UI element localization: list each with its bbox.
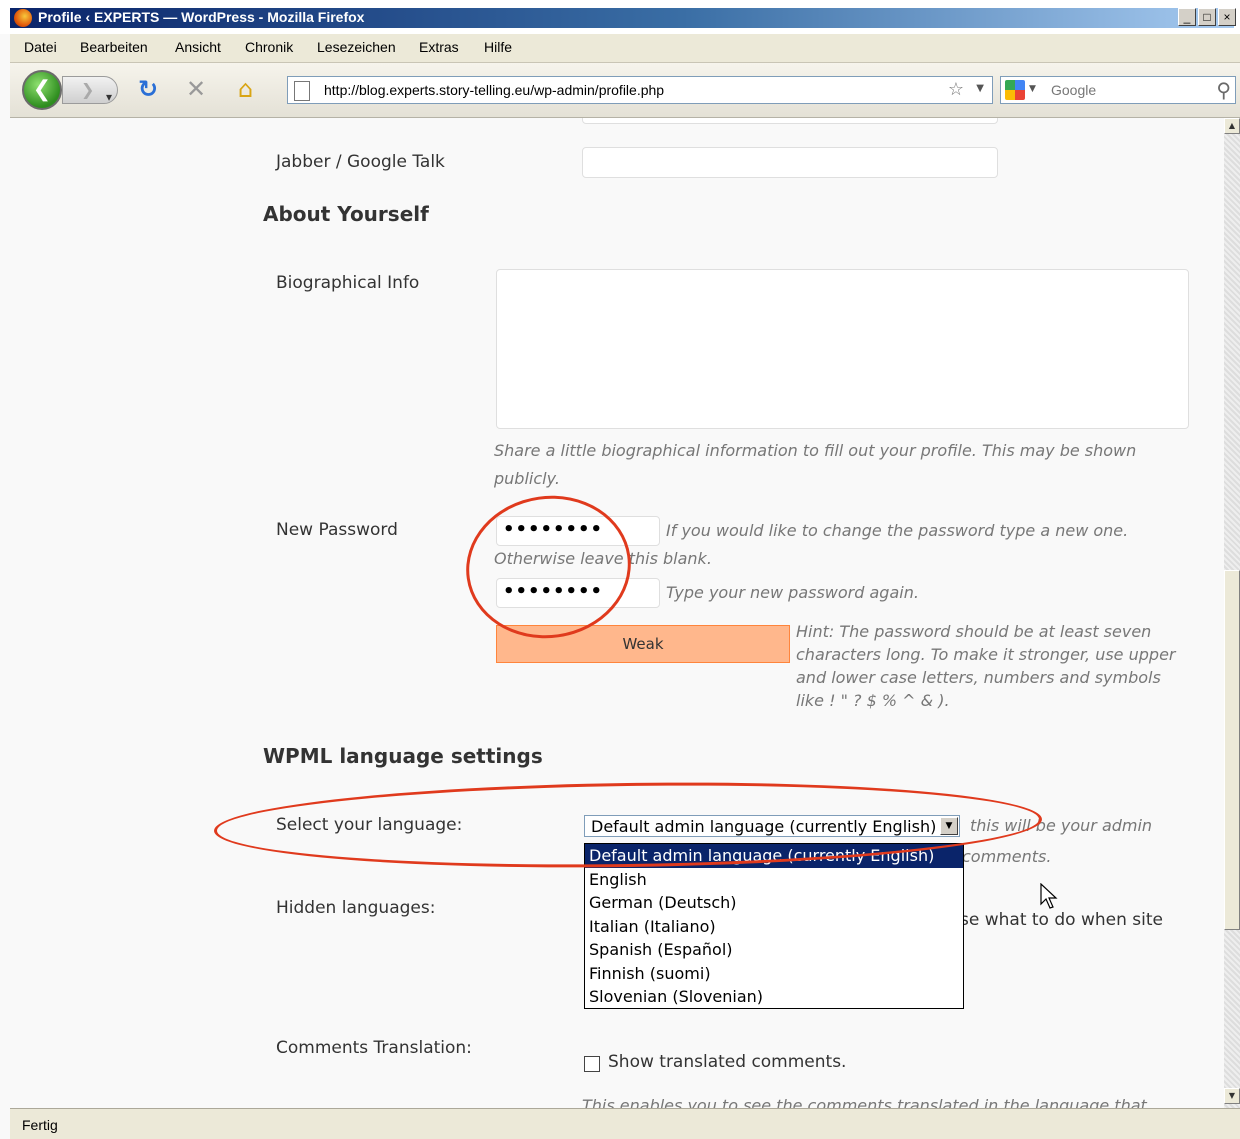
bio-label: Biographical Info xyxy=(276,273,420,293)
password-confirm-hint: Type your new password again. xyxy=(666,583,919,602)
back-button[interactable]: ❮ xyxy=(22,70,62,110)
jabber-label: Jabber / Google Talk xyxy=(276,152,445,172)
url-text: http://blog.experts.story-telling.eu/wp-… xyxy=(324,82,665,98)
language-option[interactable]: Italian (Italiano) xyxy=(585,915,963,939)
bio-description: Share a little biographical information … xyxy=(494,441,1137,488)
strength-hint-text: Hint: The password should be at least se… xyxy=(796,622,1176,710)
firefox-icon xyxy=(14,9,32,27)
menu-bearbeiten[interactable]: Bearbeiten xyxy=(80,39,148,55)
menu-chronik[interactable]: Chronik xyxy=(245,39,293,55)
comments-translation-description: This enables you to see the comments tra… xyxy=(582,1096,1147,1108)
history-dropdown-icon[interactable]: ▾ xyxy=(106,83,112,111)
language-option[interactable]: English xyxy=(585,868,963,892)
hidden-languages-text: se what to do when site xyxy=(960,910,1163,930)
home-icon[interactable]: ⌂ xyxy=(238,75,253,103)
bio-textarea[interactable] xyxy=(496,269,1189,429)
language-option[interactable]: Slovenian (Slovenian) xyxy=(585,985,963,1009)
status-bar: Fertig xyxy=(10,1108,1240,1139)
address-bar[interactable]: http://blog.experts.story-telling.eu/wp-… xyxy=(287,76,993,104)
language-dropdown-list[interactable]: Default admin language (currently Englis… xyxy=(584,843,964,1009)
show-translated-comments-label[interactable]: Show translated comments. xyxy=(608,1052,846,1072)
menu-datei[interactable]: Datei xyxy=(24,39,57,55)
menu-extras[interactable]: Extras xyxy=(419,39,459,55)
about-heading: About Yourself xyxy=(263,202,429,226)
stop-icon[interactable]: ✕ xyxy=(186,75,206,103)
wpml-heading: WPML language settings xyxy=(263,744,543,768)
maximize-button[interactable]: □ xyxy=(1198,8,1216,26)
mouse-cursor-icon xyxy=(1040,883,1058,909)
window-title: Profile ‹ EXPERTS — WordPress - Mozilla … xyxy=(38,9,365,25)
menu-bar: Datei Bearbeiten Ansicht Chronik Lesezei… xyxy=(10,34,1240,63)
select-language-hint-2: comments. xyxy=(962,847,1052,866)
search-placeholder: Google xyxy=(1051,82,1097,98)
bookmark-star-icon[interactable]: ☆ xyxy=(948,79,964,100)
url-dropdown-icon[interactable]: ▼ xyxy=(976,83,984,94)
google-engine-icon[interactable] xyxy=(1005,80,1025,100)
hidden-languages-label: Hidden languages: xyxy=(276,898,436,918)
scroll-down-icon[interactable]: ▼ xyxy=(1224,1088,1240,1104)
close-button[interactable]: × xyxy=(1218,8,1236,26)
language-option[interactable]: German (Deutsch) xyxy=(585,891,963,915)
reload-icon[interactable]: ↻ xyxy=(138,75,158,103)
language-option[interactable]: Spanish (Español) xyxy=(585,938,963,962)
new-password-label: New Password xyxy=(276,520,398,540)
jabber-input[interactable] xyxy=(582,147,998,178)
language-option[interactable]: Finnish (suomi) xyxy=(585,962,963,986)
strength-hint: Hint: The password should be at least se… xyxy=(494,620,1184,712)
page-content: Jabber / Google Talk About Yourself Biog… xyxy=(10,118,1224,1108)
minimize-button[interactable]: _ xyxy=(1178,8,1196,26)
scroll-up-icon[interactable]: ▲ xyxy=(1224,118,1240,134)
scrollbar-thumb[interactable] xyxy=(1224,570,1240,930)
menu-lesezeichen[interactable]: Lesezeichen xyxy=(317,39,396,55)
search-bar[interactable]: ▼ Google ⚲ xyxy=(1000,76,1236,104)
show-translated-comments-checkbox[interactable] xyxy=(584,1056,600,1072)
window-titlebar: Profile ‹ EXPERTS — WordPress - Mozilla … xyxy=(0,0,1240,34)
menu-ansicht[interactable]: Ansicht xyxy=(175,39,221,55)
status-text: Fertig xyxy=(22,1117,58,1133)
vertical-scrollbar[interactable]: ▲ ▼ xyxy=(1224,118,1240,1108)
comments-translation-label: Comments Translation: xyxy=(276,1038,472,1058)
previous-field-input[interactable] xyxy=(582,118,998,124)
navigation-toolbar: ❯ ❮ ▾ ↻ ✕ ⌂ http://blog.experts.story-te… xyxy=(10,63,1240,118)
engine-dropdown-icon[interactable]: ▼ xyxy=(1029,84,1036,94)
page-icon xyxy=(294,81,310,101)
menu-hilfe[interactable]: Hilfe xyxy=(484,39,512,55)
search-icon[interactable]: ⚲ xyxy=(1216,78,1231,102)
